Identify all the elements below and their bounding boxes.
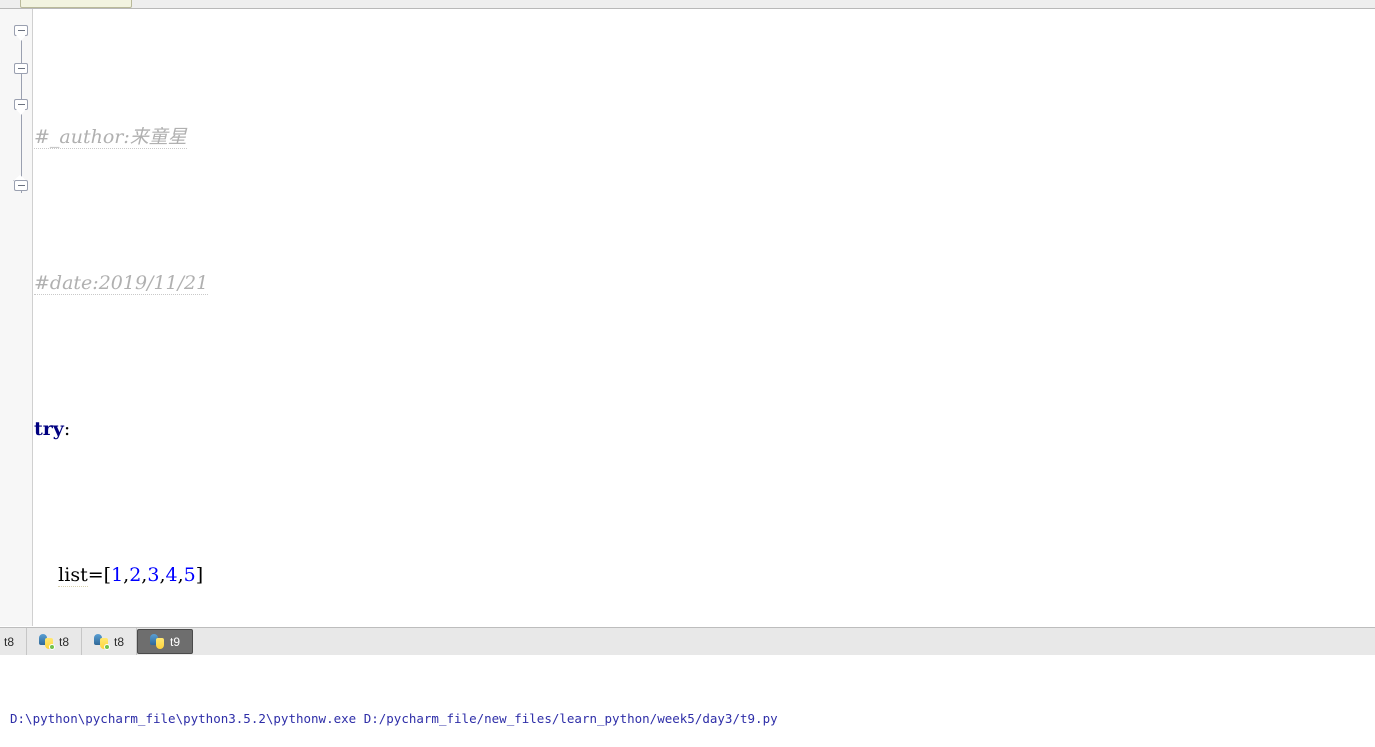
run-tool-window-tabbar[interactable]: t8 t8 t8 t9 — [0, 627, 1375, 656]
assign-op: = — [87, 563, 104, 586]
tab-label: t8 — [4, 634, 15, 649]
tab-t8-1[interactable]: t8 — [0, 628, 28, 655]
top-toolbar-strip — [0, 0, 1375, 9]
python-file-icon — [39, 634, 56, 650]
fold-marker-icon-4[interactable] — [13, 175, 29, 195]
tab-label: t8 — [114, 634, 125, 649]
tab-t8-3[interactable]: t8 — [82, 628, 138, 655]
number-4: 4 — [165, 563, 178, 586]
fold-marker-icon-1[interactable] — [14, 25, 29, 41]
comment-date: #date:2019/11/21 — [34, 271, 209, 295]
bracket-close-1: ] — [195, 563, 204, 586]
fold-marker-icon-2[interactable] — [14, 63, 29, 78]
code-line-1[interactable]: #_author:来童星 — [33, 119, 1375, 156]
run-console-output[interactable]: D:\python\pycharm_file\python3.5.2\pytho… — [0, 655, 1375, 747]
python-file-icon — [94, 634, 111, 650]
number-3: 3 — [147, 563, 160, 586]
tab-t8-2[interactable]: t8 — [27, 628, 83, 655]
number-5: 5 — [183, 563, 196, 586]
editor-gutter[interactable] — [0, 9, 33, 626]
code-line-3[interactable]: try: — [33, 411, 1375, 448]
identifier-list-assign: list — [58, 563, 88, 587]
tab-label: t9 — [170, 634, 181, 649]
code-line-4[interactable]: list=[1,2,3,4,5] — [33, 557, 1375, 594]
comment-author: #_author:来童星 — [34, 125, 187, 149]
completion-popup-remnant — [20, 0, 132, 8]
keyword-try: try — [34, 417, 64, 440]
number-2: 2 — [129, 563, 142, 586]
code-editor[interactable]: #_author:来童星 #date:2019/11/21 try: list=… — [0, 9, 1375, 626]
fold-marker-icon-3[interactable] — [14, 99, 29, 115]
tab-label: t8 — [59, 634, 70, 649]
python-file-icon — [150, 634, 165, 649]
code-text-area[interactable]: #_author:来童星 #date:2019/11/21 try: list=… — [33, 9, 1375, 626]
bracket-open-1: [ — [103, 563, 112, 586]
colon-1: : — [63, 417, 71, 440]
tab-t9-active[interactable]: t9 — [137, 629, 194, 654]
code-line-2[interactable]: #date:2019/11/21 — [33, 265, 1375, 302]
number-1: 1 — [111, 563, 124, 586]
console-command-line: D:\python\pycharm_file\python3.5.2\pytho… — [10, 711, 778, 726]
